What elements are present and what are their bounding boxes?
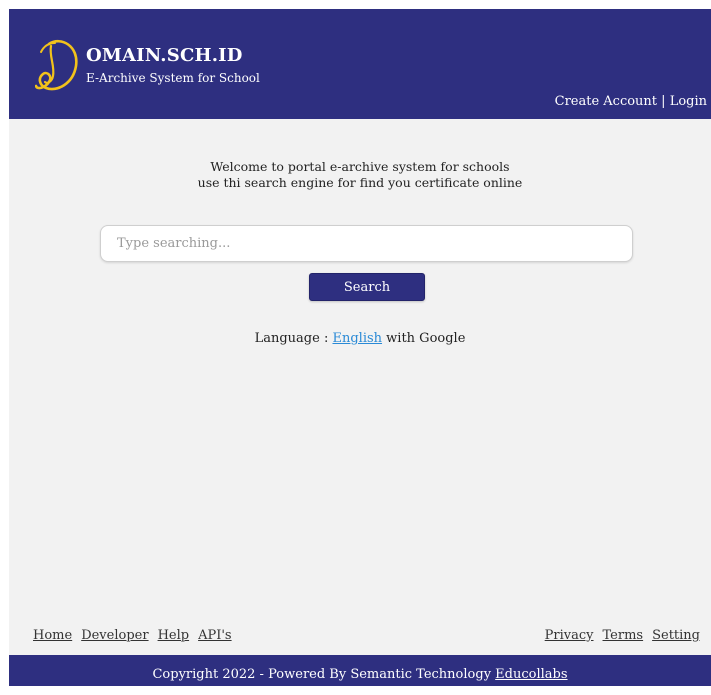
brand-tagline: E-Archive System for School [86, 71, 260, 85]
create-account-link[interactable]: Create Account [555, 94, 657, 109]
welcome-line-1: Welcome to portal e-archive system for s… [210, 159, 510, 174]
search-input[interactable] [101, 226, 632, 261]
footer-link-apis[interactable]: API's [198, 628, 232, 643]
footer-link-home[interactable]: Home [33, 628, 72, 643]
brand-name: OMAIN.SCH.ID [86, 45, 243, 66]
footer-nav-left: Home Developer Help API's [33, 628, 241, 643]
header-bar: OMAIN.SCH.ID E-Archive System for School… [9, 9, 711, 119]
language-selector: Language : English with Google [9, 331, 711, 346]
footer-link-privacy[interactable]: Privacy [545, 628, 594, 643]
educollabs-link[interactable]: Educollabs [495, 667, 567, 682]
search-button[interactable]: Search [309, 273, 425, 301]
welcome-line-2: use thi search engine for find you certi… [197, 175, 523, 190]
footer-link-terms[interactable]: Terms [603, 628, 644, 643]
welcome-message: Welcome to portal e-archive system for s… [9, 159, 711, 191]
account-links: Create Account | Login [555, 94, 707, 109]
footer-nav-right: Privacy Terms Setting [545, 628, 700, 643]
language-suffix: with Google [382, 331, 466, 346]
language-english-link[interactable]: English [332, 331, 382, 346]
footer-link-help[interactable]: Help [158, 628, 190, 643]
copyright-bar: Copyright 2022 - Powered By Semantic Tec… [9, 655, 711, 686]
login-link[interactable]: Login [670, 94, 707, 109]
account-separator: | [657, 94, 670, 109]
search-box [100, 225, 633, 262]
language-prefix: Language : [254, 331, 333, 346]
script-d-logo-icon [35, 39, 78, 91]
page-frame: OMAIN.SCH.ID E-Archive System for School… [9, 9, 711, 686]
copyright-text: Copyright 2022 - Powered By Semantic Tec… [152, 667, 496, 682]
footer-link-setting[interactable]: Setting [652, 628, 700, 643]
footer-link-developer[interactable]: Developer [81, 628, 148, 643]
